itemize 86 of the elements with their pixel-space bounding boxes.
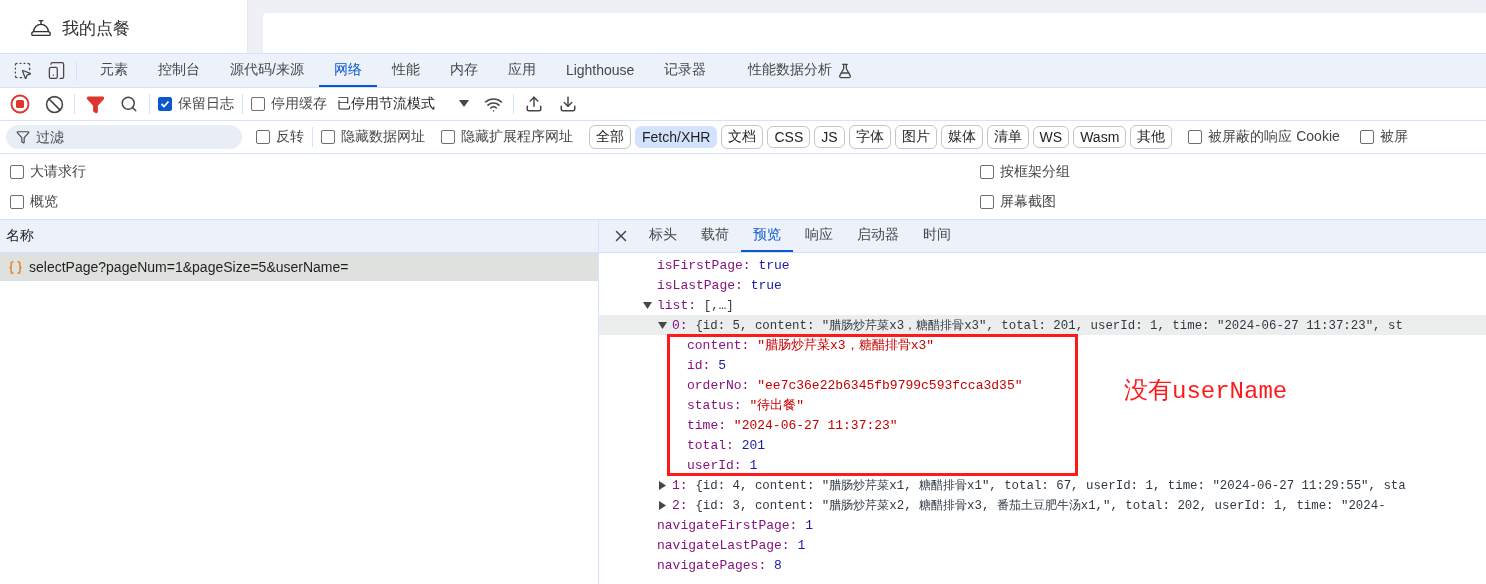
panel-tab[interactable]: 元素 [85, 54, 143, 87]
panel-tab[interactable]: 控制台 [143, 54, 215, 87]
column-header: 名称 [6, 227, 34, 245]
checkbox[interactable] [1188, 130, 1203, 144]
checkbox-label: 保留日志 [178, 95, 234, 113]
caret-icon [459, 100, 469, 108]
type-filter-chip[interactable]: 全部 [589, 125, 631, 149]
checkbox[interactable] [251, 97, 265, 111]
expanded-triangle-icon[interactable] [658, 320, 667, 330]
checkbox[interactable] [10, 165, 24, 179]
type-filter-chip[interactable]: Fetch/XHR [635, 126, 718, 148]
panel-tab[interactable]: 源代码/来源 [215, 54, 319, 87]
checkbox-label: 屏幕截图 [1000, 193, 1056, 211]
detail-tab[interactable]: 响应 [793, 220, 845, 252]
type-filter-chip[interactable]: 图片 [894, 125, 937, 149]
tree-row[interactable]: 2: {id: 3, content: "腊肠炒芹菜x2, 糖醋排骨x3, 番茄土豆肥牛汤x1,", total: 202, userId: 1, time: "2024- [599, 495, 1486, 515]
panel-tab[interactable]: 应用 [492, 54, 551, 87]
tree-row[interactable]: 1: {id: 4, content: "腊肠炒芹菜x1, 糖醋排骨x1", total: 67, userId: 1, time: "2024-06-27 11:29:55", sta [599, 475, 1486, 495]
checkbox[interactable] [441, 130, 455, 144]
tree-entry: isFirstPage: true [657, 257, 790, 273]
type-filter-chip[interactable]: 文档 [721, 125, 764, 149]
panel-tab[interactable]: 性能 [376, 54, 435, 87]
tree-row[interactable]: 0: {id: 5, content: "腊肠炒芹菜x3，糖醋排骨x3", total: 201, userId: 1, time: "2024-06-27 11:37:23", st [599, 315, 1486, 335]
checkbox-label: 大请求行 [30, 163, 86, 181]
flask-icon [837, 62, 854, 79]
detail-tab[interactable]: 预览 [741, 220, 793, 252]
type-filter-chip[interactable]: 字体 [848, 125, 891, 149]
tree-entry: list: [,…] [657, 297, 734, 313]
detail-tab[interactable]: 时间 [911, 220, 963, 252]
checkbox-label: 被屏 [1379, 128, 1408, 146]
tree-entry: id: 5 [687, 357, 727, 373]
detail-tab[interactable]: 启动器 [845, 220, 911, 252]
checkbox[interactable] [158, 97, 172, 111]
checkbox-label: 隐藏扩展程序网址 [461, 128, 573, 146]
panel-tab[interactable]: 记录器 [649, 54, 722, 87]
throttling-dropdown[interactable]: 已停用节流模式 [337, 95, 469, 113]
panel-tab[interactable]: Lighthouse [550, 54, 650, 87]
detail-tab[interactable]: 载荷 [689, 220, 741, 252]
tree-entry: navigatePages: 8 [657, 557, 782, 573]
collapsed-triangle-icon[interactable] [658, 480, 667, 490]
tree-entry: userId: 1 [687, 457, 758, 473]
check-icon [160, 99, 170, 109]
collapsed-triangle-icon[interactable] [658, 500, 667, 510]
checkbox[interactable] [980, 195, 994, 209]
panel-tab[interactable]: 性能数据分析 [733, 54, 848, 87]
tree-entry: navigateFirstPage: 1 [657, 517, 814, 533]
tree-entry: navigateLastPage: 1 [657, 537, 806, 553]
tree-entry: 2: {id: 3, content: "腊肠炒芹菜x2, 糖醋排骨x3, 番茄土豆肥牛汤x1,", total: 202, userId: 1, time: "2024- [672, 496, 1386, 514]
checkbox[interactable] [10, 195, 24, 209]
annotation-text: 没有userName [1124, 377, 1288, 406]
tree-entry: 1: {id: 4, content: "腊肠炒芹菜x1, 糖醋排骨x1", total: 67, userId: 1, time: "2024-06-27 11:29:55", sta [672, 476, 1406, 494]
panel-tab[interactable]: 内存 [434, 54, 493, 87]
type-filter-chip[interactable]: 媒体 [940, 125, 983, 149]
checkbox[interactable] [256, 130, 270, 144]
type-filter-chip[interactable]: Wasm [1073, 126, 1127, 148]
filter-icon [16, 130, 30, 144]
request-name: selectPage?pageNum=1&pageSize=5&userName= [29, 259, 349, 275]
filter-field[interactable]: 过滤 [6, 125, 242, 149]
type-filter-chip[interactable]: 清单 [986, 125, 1029, 149]
bell-icon [30, 17, 52, 39]
tree-entry: isLastPage: true [657, 277, 782, 293]
tree-entry: 0: {id: 5, content: "腊肠炒芹菜x3，糖醋排骨x3", total: 201, userId: 1, time: "2024-06-27 11:37:23", st [672, 316, 1403, 334]
checkbox-label: 被屏蔽的响应 Cookie [1208, 128, 1340, 146]
tree-entry: time: "2024-06-27 11:37:23" [687, 417, 898, 433]
type-filter-chip[interactable]: 其他 [1130, 125, 1173, 149]
request-row[interactable]: selectPage?pageNum=1&pageSize=5&userName= [0, 253, 598, 281]
checkbox[interactable] [980, 165, 994, 179]
checkbox-label: 按框架分组 [1000, 163, 1070, 181]
tree-entry: total: 201 [687, 437, 766, 453]
tree-entry: orderNo: "ee7c36e22b6345fb9799c593fcca3d35" [687, 377, 1023, 393]
nav-item[interactable]: 我的点餐 [62, 17, 130, 40]
checkbox-label: 隐藏数据网址 [341, 128, 425, 146]
tree-entry: content: "腊肠炒芹菜x3，糖醋排骨x3" [687, 337, 935, 354]
checkbox-label: 停用缓存 [271, 95, 327, 113]
type-filter-chip[interactable]: WS [1032, 126, 1070, 148]
checkbox-label: 反转 [276, 128, 304, 146]
tree-entry: status: "待出餐" [687, 397, 805, 414]
type-filter-chip[interactable]: JS [814, 126, 845, 148]
checkbox[interactable] [1359, 130, 1374, 144]
braces-icon [8, 259, 23, 275]
record-stop-icon[interactable] [8, 92, 32, 116]
checkbox[interactable] [321, 130, 335, 144]
checkbox-label: 概览 [30, 193, 58, 211]
type-filter-chip[interactable]: CSS [767, 126, 811, 148]
expanded-triangle-icon[interactable] [643, 300, 652, 310]
detail-tab[interactable]: 标头 [637, 220, 689, 252]
